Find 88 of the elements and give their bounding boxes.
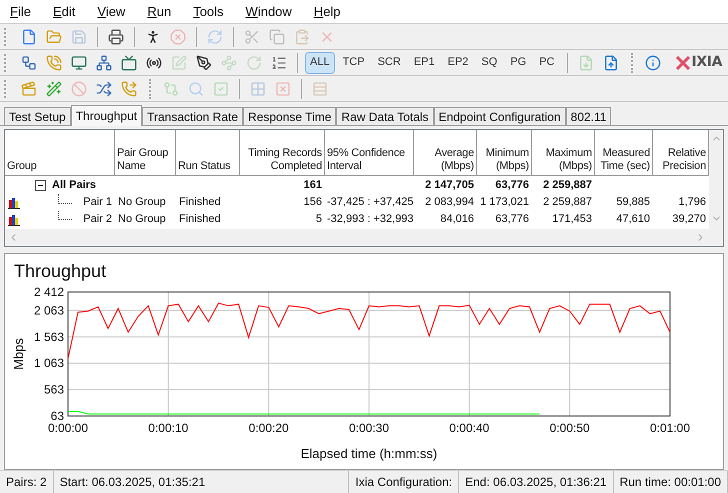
table-cell: 1,796 [678, 196, 706, 208]
table-cell: 63,776 [495, 178, 529, 191]
table-cell: 2 147,705 [425, 178, 474, 191]
menu-item[interactable]: Tools [193, 2, 224, 22]
table-cell: Finished [179, 196, 221, 208]
menu-item[interactable]: Run [147, 2, 172, 22]
column-header[interactable]: Maximum (Mbps) [532, 130, 595, 176]
menu-item[interactable]: Window [246, 2, 292, 22]
table-cell: 2 259,887 [543, 178, 592, 191]
column-header[interactable]: Minimum (Mbps) [477, 130, 532, 176]
tab[interactable]: Transaction Rate [142, 107, 244, 125]
menu-item[interactable]: Help [314, 2, 341, 22]
y-tick-label: 63 [50, 409, 64, 423]
status-text: Run time: 00:01:00 [620, 474, 721, 491]
filter-toggle[interactable]: SCR [372, 52, 406, 74]
column-header[interactable]: Pair Group Name [115, 130, 176, 176]
y-tick-label: 2 063 [34, 303, 64, 318]
x-tick-label: 0:00:50 [550, 421, 590, 435]
table-cell: -37,425 : +37,425 [327, 196, 414, 208]
column-header[interactable]: Average (Mbps) [414, 130, 477, 176]
x-tick-label: 0:01:00 [650, 421, 690, 435]
y-tick-label: 2 412 [34, 285, 64, 299]
filter-toggle[interactable]: EP1 [408, 52, 440, 74]
tab[interactable]: 802.11 [566, 107, 612, 125]
table-cell: 5 [316, 213, 322, 226]
menu-item[interactable]: View [97, 2, 126, 22]
filter-toggle[interactable]: PG [505, 52, 532, 74]
status-text: End: 06.03.2025, 01:36:21 [465, 474, 607, 491]
menu-item[interactable]: Edit [52, 2, 76, 22]
table-cell: 171,453 [552, 213, 592, 226]
tab[interactable]: Endpoint Configuration [434, 107, 566, 125]
tree-line [58, 194, 72, 204]
table-cell: Finished [179, 213, 221, 226]
table-cell: 2 259,887 [543, 196, 592, 208]
toolbar-grip [4, 80, 7, 98]
table-cell: 1 173,021 [480, 196, 529, 208]
table-cell: No Group [118, 196, 166, 208]
table-cell: 2 083,994 [425, 196, 474, 208]
toolbar-grip [4, 28, 7, 46]
y-axis-title: Mbps [11, 338, 26, 370]
tab[interactable]: Throughput [70, 105, 142, 126]
y-tick-label: 1 063 [34, 356, 64, 370]
column-header[interactable]: Timing Records Completed [240, 130, 325, 176]
filter-toggle[interactable]: ALL [305, 52, 335, 74]
x-tick-label: 0:00:10 [148, 421, 188, 435]
tab[interactable]: Test Setup [4, 107, 71, 125]
collapse-icon[interactable] [35, 180, 46, 190]
x-tick-label: 0:00:00 [48, 421, 88, 435]
x-tick-label: 0:00:20 [248, 421, 289, 435]
chart-title: Throughput [13, 260, 108, 282]
column-header[interactable]: Measured Time (sec) [595, 130, 653, 176]
toolbar-grip [4, 54, 7, 72]
filter-toggle[interactable]: TCP [338, 52, 370, 74]
table-cell-text: All Pairs [52, 178, 96, 193]
y-tick-label: 563 [44, 382, 64, 397]
tree-line [58, 211, 72, 220]
filter-toggle[interactable]: PC [534, 52, 560, 74]
vertical-scrollbar[interactable] [709, 130, 723, 246]
horizontal-scrollbar[interactable] [5, 229, 709, 246]
table-cell-text: Pair 1 [83, 195, 113, 210]
filter-toggle[interactable]: SQ [476, 52, 502, 74]
table-cell: 156 [304, 196, 322, 208]
column-header[interactable]: Run Status [176, 130, 240, 176]
y-tick-label: 1 563 [34, 330, 64, 344]
table-cell-text: Pair 2 [83, 212, 113, 228]
table-cell: 39,270 [672, 213, 706, 226]
x-tick-label: 0:00:30 [348, 421, 390, 435]
column-header[interactable]: Group [5, 130, 115, 176]
table-cell: 59,885 [616, 196, 650, 208]
filter-toggle[interactable]: EP2 [442, 52, 474, 74]
status-text: Start: 06.03.2025, 01:35:21 [60, 474, 206, 491]
table-cell: No Group [118, 213, 166, 226]
table-cell: 84,016 [440, 213, 474, 226]
table-cell: 161 [304, 178, 322, 191]
x-axis-title: Elapsed time (h:mm:ss) [300, 446, 438, 461]
tab[interactable]: Response Time [243, 107, 336, 125]
table-cell: -32,993 : +32,993 [327, 213, 414, 226]
x-tick-label: 0:00:40 [449, 421, 490, 435]
status-text: Pairs: 2 [6, 474, 47, 491]
bar-chart-icon [8, 214, 20, 226]
table-cell: 63,776 [495, 213, 529, 226]
bar-chart-icon [8, 196, 20, 208]
ixia-logo: IXIA [674, 52, 722, 73]
column-header[interactable]: 95% Confidence Interval [325, 130, 414, 176]
tab[interactable]: Raw Data Totals [336, 107, 434, 125]
table-cell: 47,610 [616, 213, 650, 226]
status-text: Ixia Configuration: [355, 474, 452, 491]
menu-item[interactable]: File [10, 2, 31, 22]
